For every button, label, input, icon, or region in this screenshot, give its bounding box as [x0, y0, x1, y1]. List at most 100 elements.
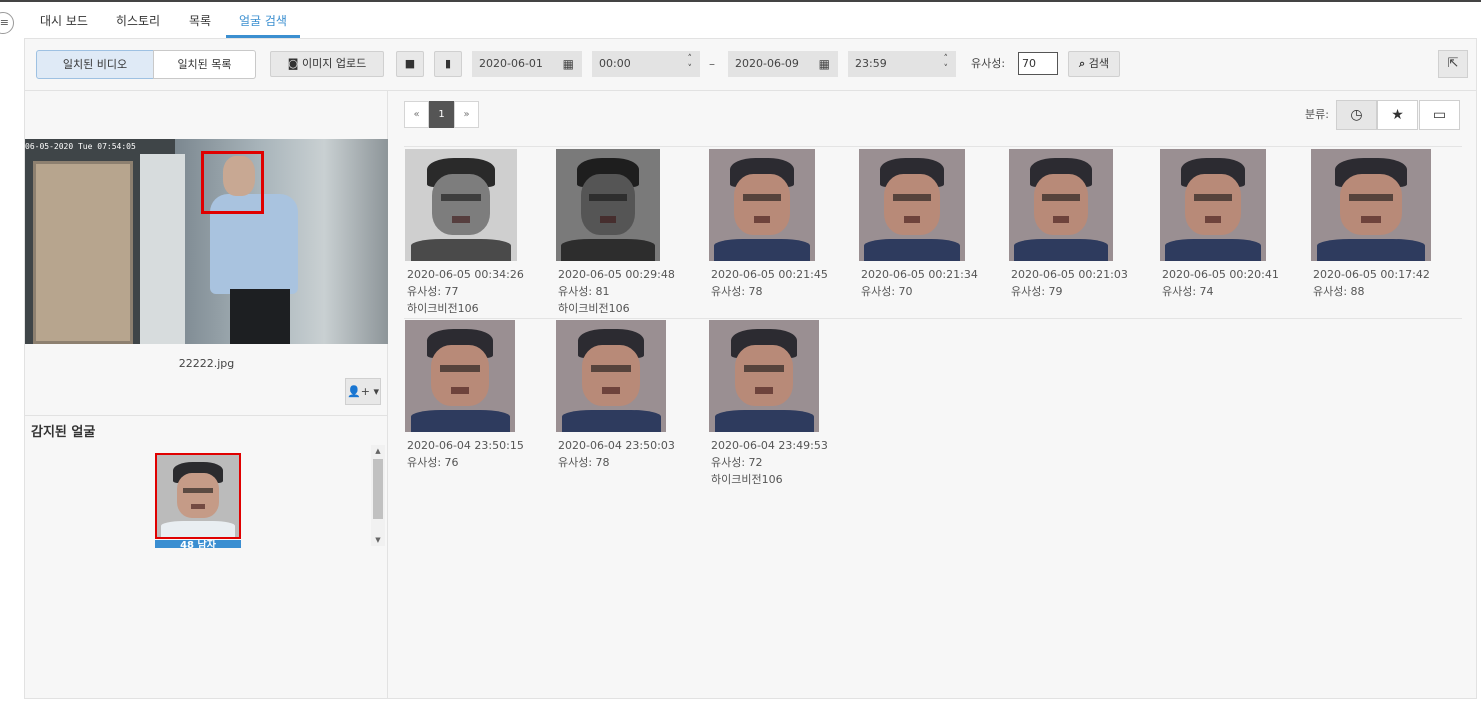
- result-time: 2020-06-05 00:17:42: [1313, 268, 1430, 281]
- time-to-field[interactable]: 23:59 ˄ ˅: [848, 51, 956, 77]
- detected-faces-scrollbar[interactable]: ▲ ▼: [371, 445, 385, 546]
- result-similarity: 유사성: 76: [407, 456, 459, 469]
- page-prev-button[interactable]: «: [404, 101, 429, 128]
- star-icon: ★: [1391, 107, 1404, 123]
- result-caption: 2020-06-05 00:21:03 유사성: 79: [1011, 266, 1161, 300]
- camera-icon: ◙: [287, 57, 299, 70]
- result-face-thumb[interactable]: [1311, 149, 1431, 261]
- preview-timestamp: 06-05-2020 Tue 07:54:05: [25, 142, 136, 151]
- result-face-thumb[interactable]: [1160, 149, 1266, 261]
- export-icon: ⇱: [1447, 56, 1459, 71]
- query-filename: 22222.jpg: [178, 357, 235, 370]
- result-face-thumb[interactable]: [1009, 149, 1113, 261]
- result-caption: 2020-06-04 23:50:03 유사성: 78: [558, 437, 708, 471]
- result-similarity: 유사성: 74: [1162, 285, 1214, 298]
- result-time: 2020-06-04 23:49:53: [711, 439, 828, 452]
- result-face-thumb[interactable]: [556, 149, 660, 261]
- result-caption: 2020-06-05 00:34:26 유사성: 77 하이크비전106: [407, 266, 557, 317]
- caret-down-icon: ▾: [373, 385, 379, 398]
- file-button[interactable]: ▮: [434, 51, 462, 77]
- result-similarity: 유사성: 88: [1313, 285, 1365, 298]
- result-time: 2020-06-05 00:21:03: [1011, 268, 1128, 281]
- result-similarity: 유사성: 72: [711, 456, 763, 469]
- menu-toggle-icon[interactable]: ≡: [0, 12, 14, 34]
- detected-faces-title: 감지된 얼굴: [25, 415, 388, 445]
- scroll-up-icon[interactable]: ▲: [371, 445, 385, 457]
- result-similarity: 유사성: 77: [407, 285, 459, 298]
- query-image-preview: 06-05-2020 Tue 07:54:05: [25, 139, 388, 344]
- result-face-thumb[interactable]: [556, 320, 666, 432]
- result-time: 2020-06-04 23:50:15: [407, 439, 524, 452]
- range-separator: –: [709, 57, 715, 71]
- result-caption: 2020-06-05 00:17:42 유사성: 88: [1313, 266, 1463, 300]
- result-similarity: 유사성: 79: [1011, 285, 1063, 298]
- result-time: 2020-06-05 00:29:48: [558, 268, 675, 281]
- result-similarity: 유사성: 78: [558, 456, 610, 469]
- workspace: 일치된 비디오 일치된 목록 ◙ 이미지 업로드 ■ ▮ 2020-06-01 …: [24, 38, 1477, 699]
- detected-face-thumb[interactable]: [155, 453, 241, 539]
- query-panel: 06-05-2020 Tue 07:54:05 22222.jpg 👤+ ▾ 감…: [25, 91, 388, 698]
- sort-label: 분류:: [1305, 108, 1329, 121]
- tab-dashboard[interactable]: 대시 보드: [36, 2, 92, 38]
- card-view-icon: ▭: [1432, 107, 1447, 123]
- detected-face-label: 48 남자: [155, 540, 241, 548]
- result-caption: 2020-06-04 23:50:15 유사성: 76: [407, 437, 557, 471]
- result-time: 2020-06-05 00:21:34: [861, 268, 978, 281]
- date-from-field[interactable]: 2020-06-01 ▦: [472, 51, 582, 77]
- page-next-button[interactable]: »: [454, 101, 479, 128]
- result-face-thumb[interactable]: [405, 149, 517, 261]
- matched-video-toggle[interactable]: 일치된 비디오: [36, 50, 154, 79]
- tab-list[interactable]: 목록: [186, 2, 214, 38]
- search-icon: ⌕: [1079, 57, 1086, 70]
- result-similarity: 유사성: 78: [711, 285, 763, 298]
- result-caption: 2020-06-05 00:21:45 유사성: 78: [711, 266, 861, 300]
- result-caption: 2020-06-05 00:29:48 유사성: 81 하이크비전106: [558, 266, 708, 317]
- video-camera-icon: ■: [404, 57, 416, 70]
- search-button[interactable]: ⌕ 검색: [1068, 51, 1120, 77]
- top-nav: ≡ 대시 보드 히스토리 목록 얼굴 검색: [0, 2, 1481, 38]
- face-detection-box[interactable]: [201, 151, 264, 214]
- result-similarity: 유사성: 81: [558, 285, 610, 298]
- time-spinner-icon[interactable]: ˄ ˅: [944, 54, 949, 74]
- result-time: 2020-06-05 00:20:41: [1162, 268, 1279, 281]
- view-mode-button[interactable]: ▭: [1419, 100, 1460, 130]
- time-from-field[interactable]: 00:00 ˄ ˅: [592, 51, 700, 77]
- tab-face-search[interactable]: 얼굴 검색: [226, 2, 300, 38]
- similarity-input[interactable]: 70: [1018, 52, 1058, 75]
- page-current[interactable]: 1: [429, 101, 454, 128]
- add-person-dropdown[interactable]: 👤+ ▾: [345, 378, 381, 405]
- export-button[interactable]: ⇱: [1438, 50, 1468, 78]
- user-plus-icon: 👤+: [347, 385, 370, 398]
- result-camera: 하이크비전106: [711, 473, 783, 486]
- result-camera: 하이크비전106: [558, 302, 630, 315]
- result-time: 2020-06-05 00:21:45: [711, 268, 828, 281]
- clock-icon: ◷: [1350, 107, 1363, 123]
- matched-list-toggle[interactable]: 일치된 목록: [153, 50, 256, 79]
- scroll-down-icon[interactable]: ▼: [371, 534, 385, 546]
- results-panel: « 1 » 분류: ◷ ★ ▭ 2020-06-05 00:34:26 유사성: …: [389, 91, 1476, 698]
- calendar-icon[interactable]: ▦: [819, 51, 830, 77]
- result-caption: 2020-06-05 00:21:34 유사성: 70: [861, 266, 1011, 300]
- sort-by-score-button[interactable]: ★: [1377, 100, 1418, 130]
- result-time: 2020-06-05 00:34:26: [407, 268, 524, 281]
- result-camera: 하이크비전106: [407, 302, 479, 315]
- result-similarity: 유사성: 70: [861, 285, 913, 298]
- image-upload-button[interactable]: ◙ 이미지 업로드: [270, 51, 384, 77]
- result-caption: 2020-06-05 00:20:41 유사성: 74: [1162, 266, 1312, 300]
- date-to-field[interactable]: 2020-06-09 ▦: [728, 51, 838, 77]
- tab-history[interactable]: 히스토리: [113, 2, 163, 38]
- result-face-thumb[interactable]: [859, 149, 965, 261]
- result-face-thumb[interactable]: [405, 320, 515, 432]
- file-icon: ▮: [444, 57, 452, 70]
- result-face-thumb[interactable]: [709, 149, 815, 261]
- video-camera-button[interactable]: ■: [396, 51, 424, 77]
- result-face-thumb[interactable]: [709, 320, 819, 432]
- result-caption: 2020-06-04 23:49:53 유사성: 72 하이크비전106: [711, 437, 861, 488]
- search-toolbar: 일치된 비디오 일치된 목록 ◙ 이미지 업로드 ■ ▮ 2020-06-01 …: [25, 39, 1476, 91]
- similarity-label: 유사성:: [971, 57, 1006, 70]
- time-spinner-icon[interactable]: ˄ ˅: [688, 54, 693, 74]
- calendar-icon[interactable]: ▦: [563, 51, 574, 77]
- pagination: « 1 »: [404, 101, 479, 128]
- sort-by-time-button[interactable]: ◷: [1336, 100, 1377, 130]
- result-time: 2020-06-04 23:50:03: [558, 439, 675, 452]
